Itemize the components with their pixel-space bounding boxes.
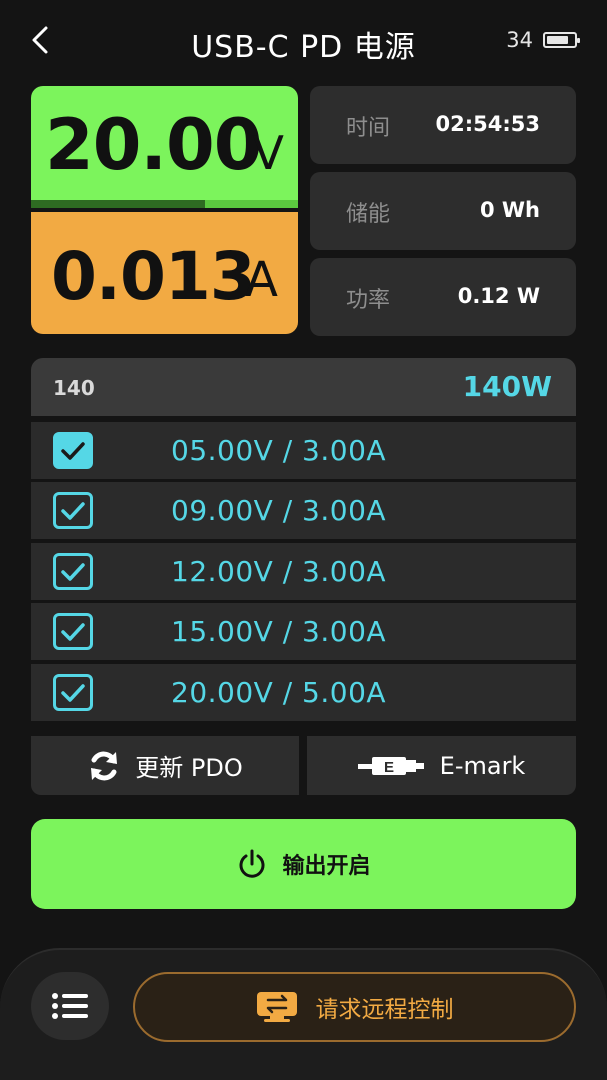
- battery-status: 34: [506, 28, 580, 52]
- stat-label: 储能: [346, 202, 391, 227]
- current-unit: A: [245, 252, 278, 308]
- pdo-header: 140 140W: [31, 358, 576, 416]
- checkbox-checked[interactable]: [53, 553, 93, 590]
- stat-value: 0 Wh: [479, 198, 540, 222]
- menu-button[interactable]: [31, 972, 109, 1040]
- stat-label: 功率: [346, 288, 391, 313]
- stat-label: 时间: [346, 116, 391, 141]
- pdo-row[interactable]: 09.00V / 3.00A: [31, 482, 576, 539]
- check-icon: [61, 622, 85, 641]
- stat-time: 时间 02:54:53: [310, 86, 576, 164]
- battery-icon: [543, 32, 580, 48]
- stat-value: 02:54:53: [435, 112, 540, 136]
- stat-value: 0.12 W: [457, 284, 540, 308]
- pdo-row[interactable]: 20.00V / 5.00A: [31, 664, 576, 721]
- output-toggle-button[interactable]: 输出开启: [31, 819, 576, 909]
- request-remote-control-button[interactable]: 请求远程控制: [133, 972, 576, 1042]
- power-icon: [239, 849, 265, 878]
- checkbox-checked[interactable]: [53, 674, 93, 711]
- pdo-row[interactable]: 12.00V / 3.00A: [31, 543, 576, 600]
- pdo-label: 05.00V / 3.00A: [171, 434, 387, 467]
- svg-text:E: E: [384, 759, 394, 776]
- check-icon: [61, 562, 85, 581]
- menu-list-icon: [52, 993, 88, 1019]
- emark-label: E-mark: [439, 751, 526, 780]
- stat-power: 功率 0.12 W: [310, 258, 576, 336]
- remote-transfer-icon: [256, 992, 297, 1022]
- output-toggle-label: 输出开启: [282, 854, 371, 879]
- voltage-unit: V: [252, 126, 284, 180]
- check-icon: [61, 683, 85, 702]
- pdo-row[interactable]: 15.00V / 3.00A: [31, 603, 576, 660]
- voltage-value: 20.00: [45, 104, 262, 186]
- stat-energy: 储能 0 Wh: [310, 172, 576, 250]
- pdo-row[interactable]: 05.00V / 3.00A: [31, 422, 576, 479]
- voltage-bar-track: [31, 200, 298, 208]
- top-bar: USB-C PD 电源 34: [0, 0, 607, 84]
- refresh-pdo-button[interactable]: 更新 PDO: [31, 736, 299, 795]
- pdo-label: 12.00V / 3.00A: [171, 555, 387, 588]
- refresh-pdo-label: 更新 PDO: [135, 754, 243, 782]
- current-panel: 0.013 A: [31, 212, 298, 334]
- battery-level: 34: [506, 28, 533, 52]
- request-remote-control-label: 请求远程控制: [315, 997, 454, 1023]
- pdo-label: 20.00V / 5.00A: [171, 676, 387, 709]
- pdo-label: 15.00V / 3.00A: [171, 615, 387, 648]
- pdo-label: 09.00V / 3.00A: [171, 494, 387, 527]
- voltage-bar: [31, 200, 205, 208]
- refresh-icon: [91, 751, 118, 780]
- current-value: 0.013: [51, 238, 256, 315]
- pdo-count: 140: [53, 376, 95, 400]
- checkbox-checked[interactable]: [53, 432, 93, 469]
- check-icon: [61, 441, 85, 460]
- pdo-max-power: 140W: [462, 370, 552, 403]
- voltage-panel: 20.00 V: [31, 86, 298, 208]
- emark-button[interactable]: E E-mark: [307, 736, 576, 795]
- check-icon: [61, 501, 85, 520]
- battery-fill: [547, 36, 568, 44]
- cable-icon: E: [357, 756, 424, 776]
- checkbox-checked[interactable]: [53, 613, 93, 650]
- checkbox-checked[interactable]: [53, 492, 93, 529]
